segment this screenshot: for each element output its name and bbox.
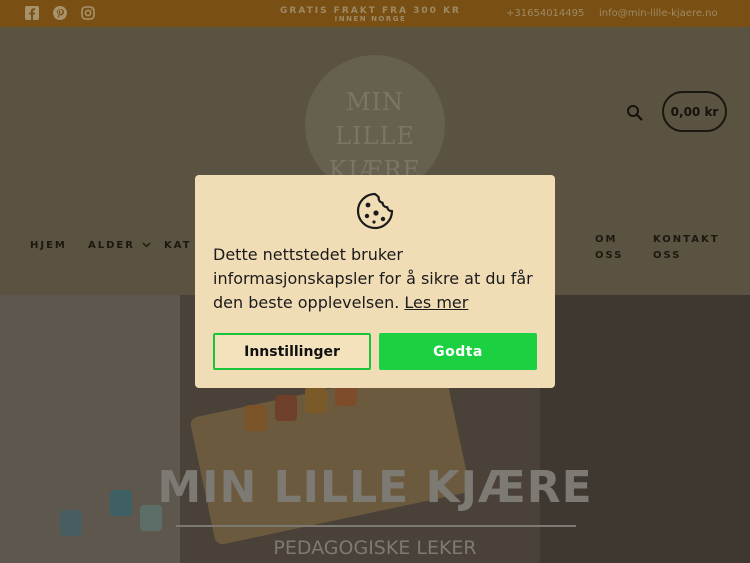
nav-item-hjem[interactable]: HJEM [30,240,67,251]
nav-item-alder[interactable]: ALDER [88,240,151,251]
toy-block [60,510,82,536]
cookie-message-text: Dette nettstedet bruker informasjonskaps… [213,245,533,312]
nav-item-alder-label: ALDER [88,240,135,251]
hero-subtitle: PEDAGOGISKE LEKER [273,537,477,559]
hero-toy-board [189,364,471,546]
nav-item-om-oss[interactable]: OM OSS [595,232,635,264]
promo-text: GRATIS FRAKT FRA 300 KR [280,6,461,16]
nav-item-kontakt-oss[interactable]: KONTAKT OSS [653,232,733,264]
logo-text: MIN LILLE KJÆRE [305,85,445,187]
email-link[interactable]: info@min-lille-kjaere.no [599,8,718,19]
logo-line-1: MIN LILLE [335,88,415,150]
phone-link[interactable]: +31654014495 [506,8,584,19]
cookie-settings-button[interactable]: Innstillinger [213,333,371,370]
cookie-consent-dialog: Dette nettstedet bruker informasjonskaps… [195,175,555,388]
announcement-bar: GRATIS FRAKT FRA 300 KR INNEN NORGE +316… [0,0,750,27]
hero-title: MIN LILLE KJÆRE [157,462,593,513]
nav-item-kategorier[interactable]: KAT [164,240,192,251]
chevron-down-icon [142,242,151,248]
hero-divider [176,525,576,527]
cookie-icon [355,191,395,231]
toy-block [275,395,297,421]
cookie-accept-button[interactable]: Godta [379,333,537,370]
facebook-icon[interactable] [25,5,39,20]
toy-block [245,405,267,431]
promo-subtext: INNEN NORGE [334,15,407,23]
search-icon[interactable] [626,104,644,122]
pinterest-icon[interactable] [53,5,67,20]
learn-more-link[interactable]: Les mer [404,293,468,312]
toy-block [305,387,327,413]
hero-image-hair [540,295,750,563]
instagram-icon[interactable] [81,5,95,20]
shipping-promo: GRATIS FRAKT FRA 300 KR INNEN NORGE [280,6,461,24]
cart-button[interactable]: 0,00 kr [662,91,727,132]
social-links [25,5,95,20]
cookie-message: Dette nettstedet bruker informasjonskaps… [213,243,533,315]
